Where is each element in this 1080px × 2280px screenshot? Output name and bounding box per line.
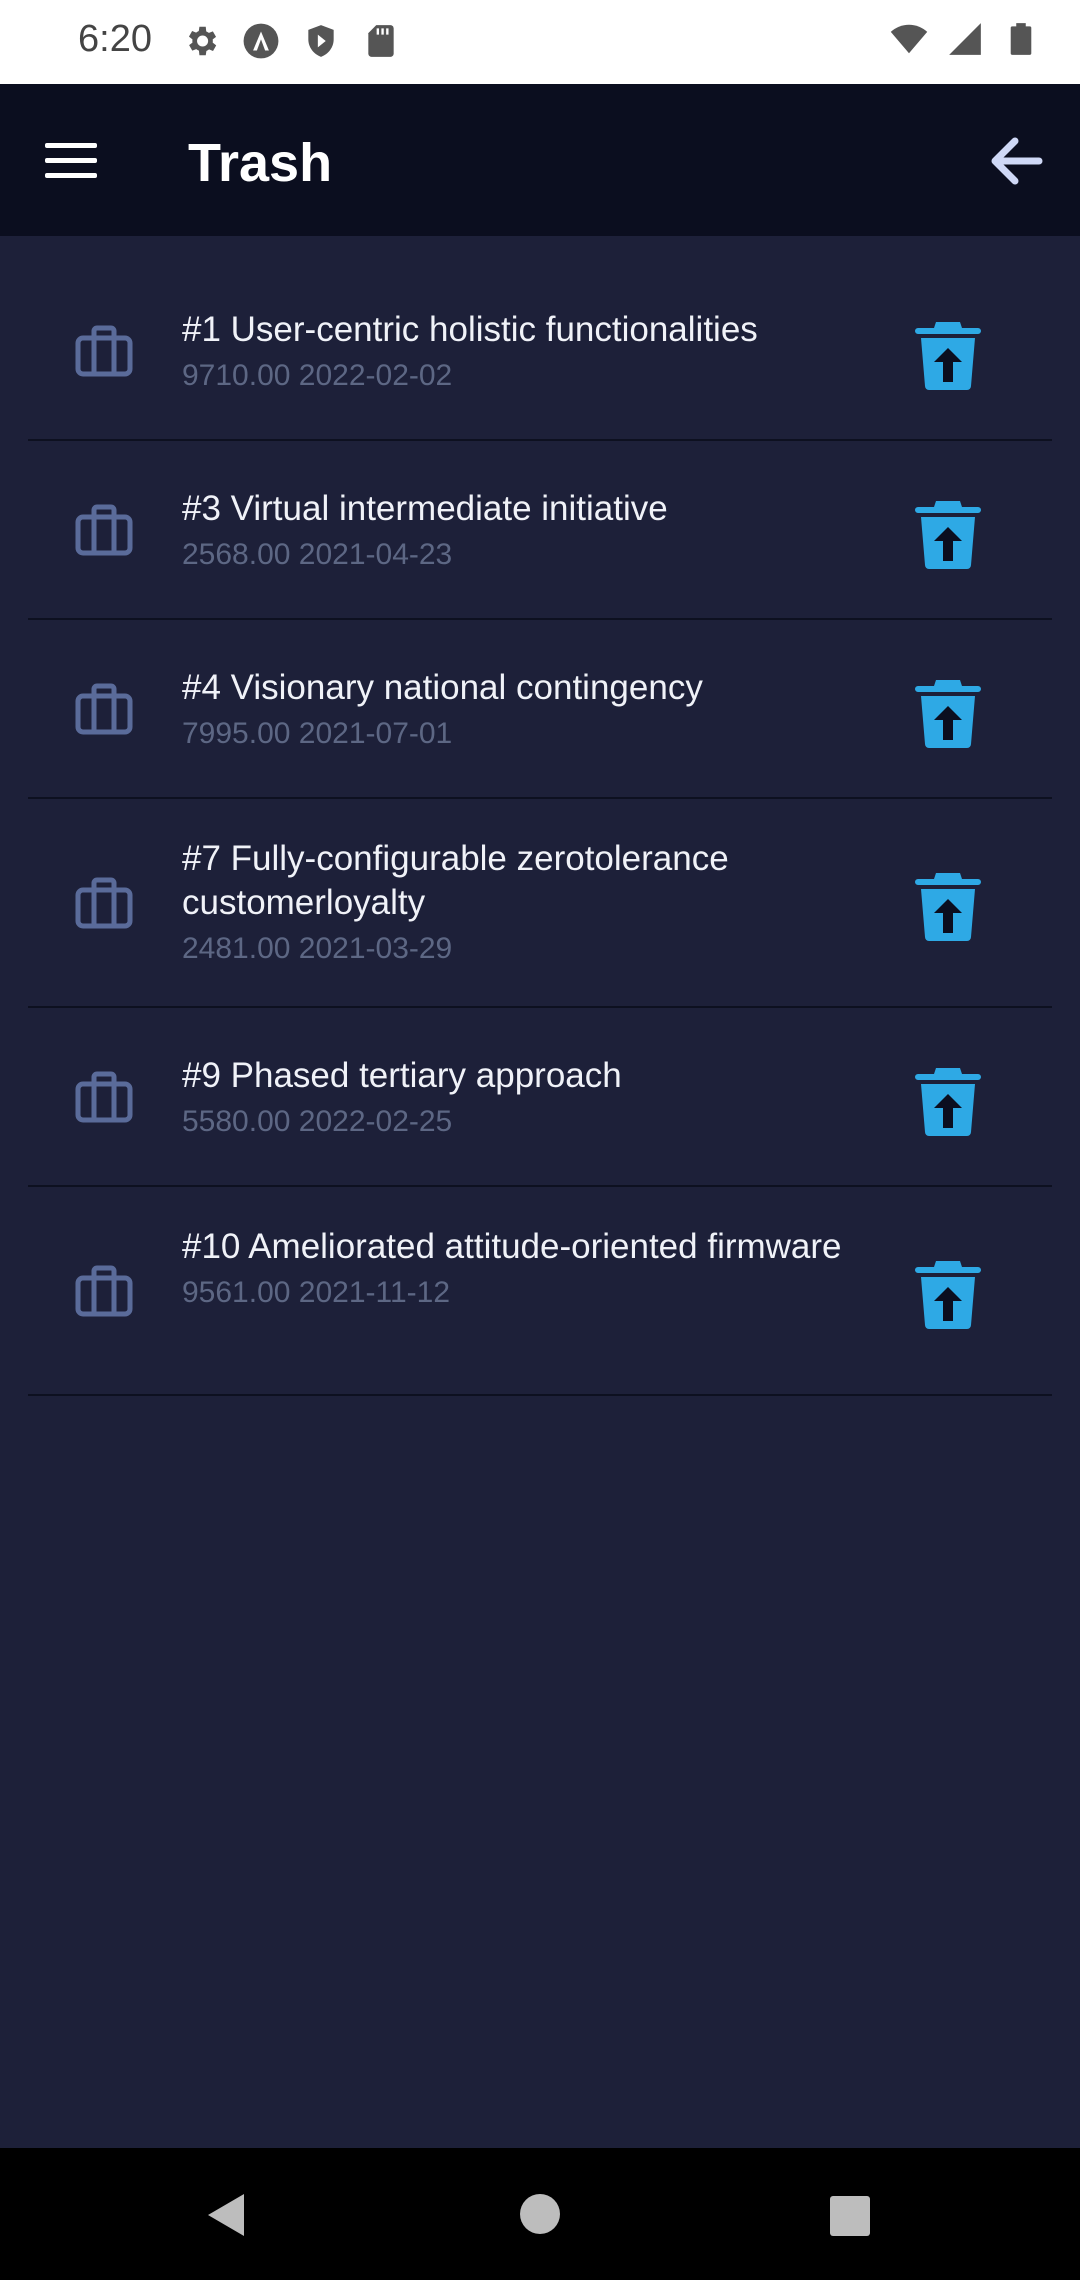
trash-list: #1 User-centric holistic functionalities… <box>28 262 1052 1396</box>
list-item[interactable]: #7 Fully-configurable zerotolerance cust… <box>28 799 1052 1008</box>
app-bar: Trash <box>0 84 1080 236</box>
item-subtitle: 5580.00 2022-02-25 <box>182 1105 453 1138</box>
page-title: Trash <box>188 133 333 193</box>
list-item[interactable]: #4 Visionary national contingency 7995.0… <box>28 620 1052 799</box>
item-title: #7 Fully-configurable zerotolerance cust… <box>182 839 729 922</box>
briefcase-icon <box>75 877 133 929</box>
hamburger-menu-icon <box>45 143 97 178</box>
list-item[interactable]: #9 Phased tertiary approach 5580.00 2022… <box>28 1008 1052 1187</box>
battery-icon <box>1010 23 1032 55</box>
status-icons-right <box>890 20 1040 58</box>
list-item[interactable]: #10 Ameliorated attitude-oriented firmwa… <box>28 1187 1052 1396</box>
briefcase-icon <box>75 325 133 377</box>
settings-icon <box>188 26 217 56</box>
trash-restore-icon[interactable] <box>914 1064 982 1136</box>
system-nav-bar <box>0 2148 1080 2280</box>
item-subtitle: 7995.00 2021-07-01 <box>182 717 453 750</box>
item-title: #1 User-centric holistic functionalities <box>182 310 758 349</box>
shield-play-icon <box>308 25 334 57</box>
back-button[interactable] <box>984 128 1050 194</box>
home-circle-icon[interactable] <box>518 2192 562 2236</box>
menu-button[interactable] <box>38 128 104 194</box>
item-title: #4 Visionary national contingency <box>182 668 703 707</box>
status-icons-left <box>182 22 400 60</box>
wifi-icon <box>890 24 928 54</box>
list-item[interactable]: #1 User-centric holistic functionalities… <box>28 262 1052 441</box>
item-title: #9 Phased tertiary approach <box>182 1056 622 1095</box>
item-title: #10 Ameliorated attitude-oriented firmwa… <box>182 1227 842 1266</box>
status-bar: 6:20 <box>0 0 1080 84</box>
a-circle-icon <box>243 23 279 59</box>
item-subtitle: 2481.00 2021-03-29 <box>182 932 453 965</box>
trash-restore-icon[interactable] <box>914 869 982 941</box>
item-title: #3 Virtual intermediate initiative <box>182 489 668 528</box>
trash-restore-icon[interactable] <box>914 497 982 569</box>
briefcase-icon <box>75 1071 133 1123</box>
trash-restore-icon[interactable] <box>914 676 982 748</box>
cell-signal-icon <box>949 23 981 55</box>
item-subtitle: 9561.00 2021-11-12 <box>182 1276 451 1309</box>
item-subtitle: 2568.00 2021-04-23 <box>182 538 453 571</box>
arrow-left-icon <box>991 137 1043 185</box>
recents-square-icon[interactable] <box>828 2194 872 2238</box>
item-subtitle: 9710.00 2022-02-02 <box>182 359 453 392</box>
briefcase-icon <box>75 504 133 556</box>
list-item[interactable]: #3 Virtual intermediate initiative 2568.… <box>28 441 1052 620</box>
back-triangle-icon[interactable] <box>202 2190 248 2240</box>
trash-restore-icon[interactable] <box>914 318 982 390</box>
status-time: 6:20 <box>78 18 152 60</box>
trash-restore-icon[interactable] <box>914 1257 982 1329</box>
sd-card-icon <box>368 25 394 57</box>
briefcase-icon <box>75 683 133 735</box>
briefcase-icon <box>75 1265 133 1317</box>
